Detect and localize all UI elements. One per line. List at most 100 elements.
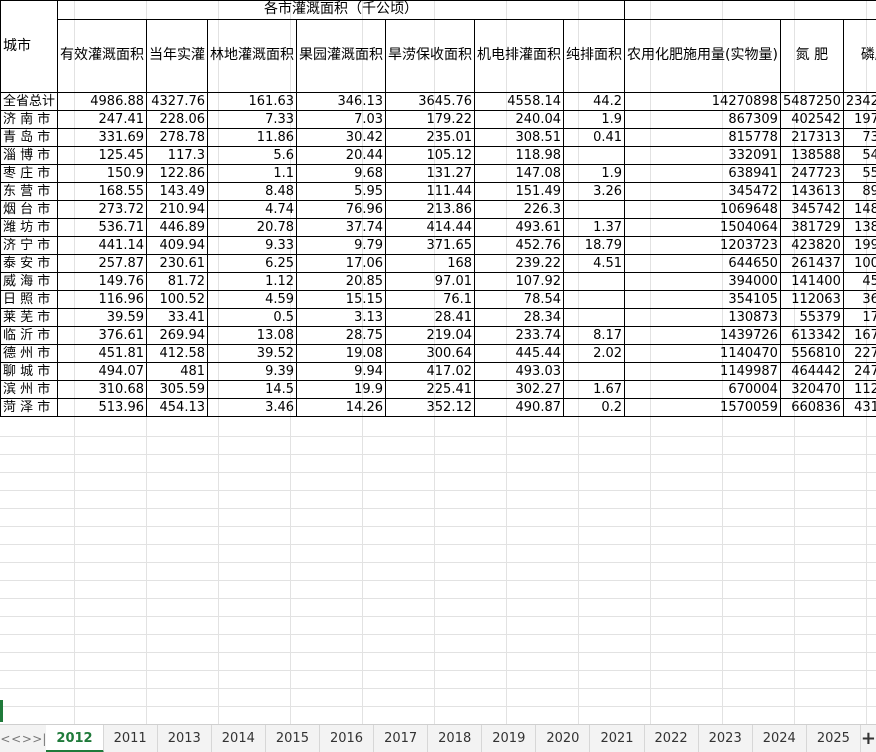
value-cell[interactable]: 138588 bbox=[779, 146, 844, 165]
value-cell[interactable]: 167797 bbox=[842, 326, 876, 345]
value-cell[interactable]: 150.9 bbox=[57, 164, 148, 183]
value-cell[interactable]: 8.17 bbox=[563, 326, 626, 345]
value-cell[interactable]: 371.65 bbox=[385, 236, 476, 255]
value-cell[interactable]: 55167 bbox=[842, 164, 876, 183]
value-cell[interactable]: 273.72 bbox=[57, 200, 148, 219]
value-cell[interactable]: 402542 bbox=[779, 110, 844, 129]
value-cell[interactable]: 36191 bbox=[842, 290, 876, 309]
value-cell[interactable]: 332091 bbox=[624, 146, 781, 165]
value-cell[interactable]: 73363 bbox=[842, 128, 876, 147]
value-cell[interactable]: 556810 bbox=[779, 344, 844, 363]
value-cell[interactable]: 19.08 bbox=[296, 344, 387, 363]
value-cell[interactable]: 3.46 bbox=[207, 398, 298, 417]
value-cell[interactable]: 54834 bbox=[842, 146, 876, 165]
value-cell[interactable]: 17.06 bbox=[296, 254, 387, 273]
value-cell[interactable]: 490.87 bbox=[474, 398, 565, 417]
value-cell[interactable]: 269.94 bbox=[146, 326, 209, 345]
value-cell[interactable]: 1.37 bbox=[563, 218, 626, 237]
value-cell[interactable]: 116.96 bbox=[57, 290, 148, 309]
value-cell[interactable]: 76.1 bbox=[385, 290, 476, 309]
value-cell[interactable]: 239.22 bbox=[474, 254, 565, 273]
add-sheet-button[interactable]: + bbox=[861, 725, 876, 752]
value-cell[interactable]: 352.12 bbox=[385, 398, 476, 417]
value-cell[interactable] bbox=[563, 146, 626, 165]
sheet-tab-2021[interactable]: 2021 bbox=[590, 724, 645, 752]
value-cell[interactable]: 9.33 bbox=[207, 236, 298, 255]
spreadsheet-grid[interactable]: 城市 各市灌溉面积（千公顷） 有效灌溉面积 当年实灌 林地灌溉面积 果园灌溉面积 旱涝保… bbox=[0, 0, 876, 724]
sheet-tab-2022[interactable]: 2022 bbox=[645, 724, 699, 752]
value-cell[interactable]: 131.27 bbox=[385, 164, 476, 183]
sheet-tab-2025[interactable]: 2025 bbox=[807, 724, 861, 752]
value-cell[interactable]: 9.39 bbox=[207, 362, 298, 381]
first-sheet-button[interactable]: < bbox=[0, 725, 11, 752]
value-cell[interactable]: 28.41 bbox=[385, 308, 476, 327]
next-sheet-button[interactable]: > bbox=[22, 725, 33, 752]
city-cell[interactable]: 德 州 市 bbox=[0, 344, 59, 363]
value-cell[interactable]: 613342 bbox=[779, 326, 844, 345]
value-cell[interactable]: 261437 bbox=[779, 254, 844, 273]
value-cell[interactable]: 89314 bbox=[842, 182, 876, 201]
value-cell[interactable]: 1.9 bbox=[563, 164, 626, 183]
value-cell[interactable]: 19.9 bbox=[296, 380, 387, 399]
sheet-tab-2017[interactable]: 2017 bbox=[374, 724, 429, 752]
value-cell[interactable]: 130873 bbox=[624, 308, 781, 327]
value-cell[interactable]: 376.61 bbox=[57, 326, 148, 345]
value-cell[interactable]: 345742 bbox=[779, 200, 844, 219]
value-cell[interactable]: 331.69 bbox=[57, 128, 148, 147]
value-cell[interactable]: 451.81 bbox=[57, 344, 148, 363]
value-cell[interactable]: 381729 bbox=[779, 218, 844, 237]
column-header[interactable]: 机电排灌面积 bbox=[474, 18, 565, 94]
value-cell[interactable]: 5.95 bbox=[296, 182, 387, 201]
value-cell[interactable]: 161.63 bbox=[207, 92, 298, 111]
column-header[interactable]: 氮 肥 bbox=[779, 18, 844, 94]
value-cell[interactable]: 148370 bbox=[842, 200, 876, 219]
value-cell[interactable]: 11.86 bbox=[207, 128, 298, 147]
value-cell[interactable]: 4986.88 bbox=[57, 92, 148, 111]
value-cell[interactable]: 3.13 bbox=[296, 308, 387, 327]
city-cell[interactable]: 泰 安 市 bbox=[0, 254, 59, 273]
value-cell[interactable]: 9.94 bbox=[296, 362, 387, 381]
city-header[interactable]: 城市 bbox=[0, 0, 59, 93]
value-cell[interactable]: 138576 bbox=[842, 218, 876, 237]
value-cell[interactable]: 233.74 bbox=[474, 326, 565, 345]
value-cell[interactable]: 441.14 bbox=[57, 236, 148, 255]
value-cell[interactable]: 0.5 bbox=[207, 308, 298, 327]
value-cell[interactable]: 1149987 bbox=[624, 362, 781, 381]
last-sheet-button[interactable]: >| bbox=[32, 725, 46, 752]
sheet-tab-2018[interactable]: 2018 bbox=[428, 724, 483, 752]
value-cell[interactable]: 1.12 bbox=[207, 272, 298, 291]
value-cell[interactable]: 45056 bbox=[842, 272, 876, 291]
value-cell[interactable]: 20.44 bbox=[296, 146, 387, 165]
city-cell[interactable]: 威 海 市 bbox=[0, 272, 59, 291]
city-cell[interactable]: 临 沂 市 bbox=[0, 326, 59, 345]
column-header[interactable]: 当年实灌 bbox=[146, 18, 209, 94]
value-cell[interactable]: 18.79 bbox=[563, 236, 626, 255]
value-cell[interactable]: 230.61 bbox=[146, 254, 209, 273]
value-cell[interactable]: 118.98 bbox=[474, 146, 565, 165]
value-cell[interactable]: 141400 bbox=[779, 272, 844, 291]
value-cell[interactable]: 226.3 bbox=[474, 200, 565, 219]
value-cell[interactable]: 39.52 bbox=[207, 344, 298, 363]
value-cell[interactable]: 111.44 bbox=[385, 182, 476, 201]
value-cell[interactable]: 320470 bbox=[779, 380, 844, 399]
value-cell[interactable]: 247.41 bbox=[57, 110, 148, 129]
value-cell[interactable]: 278.78 bbox=[146, 128, 209, 147]
value-cell[interactable]: 33.41 bbox=[146, 308, 209, 327]
value-cell[interactable]: 2342768 bbox=[842, 92, 876, 111]
value-cell[interactable]: 39.59 bbox=[57, 308, 148, 327]
value-cell[interactable]: 179.22 bbox=[385, 110, 476, 129]
value-cell[interactable]: 3645.76 bbox=[385, 92, 476, 111]
value-cell[interactable]: 14270898 bbox=[624, 92, 781, 111]
value-cell[interactable]: 210.94 bbox=[146, 200, 209, 219]
value-cell[interactable]: 151.49 bbox=[474, 182, 565, 201]
value-cell[interactable]: 197378 bbox=[842, 110, 876, 129]
value-cell[interactable]: 5.6 bbox=[207, 146, 298, 165]
sheet-tab-2015[interactable]: 2015 bbox=[266, 724, 320, 752]
column-header[interactable]: 果园灌溉面积 bbox=[296, 18, 387, 94]
value-cell[interactable]: 105.12 bbox=[385, 146, 476, 165]
value-cell[interactable]: 644650 bbox=[624, 254, 781, 273]
value-cell[interactable] bbox=[563, 290, 626, 309]
city-cell[interactable]: 东 营 市 bbox=[0, 182, 59, 201]
value-cell[interactable]: 13.08 bbox=[207, 326, 298, 345]
value-cell[interactable]: 493.03 bbox=[474, 362, 565, 381]
